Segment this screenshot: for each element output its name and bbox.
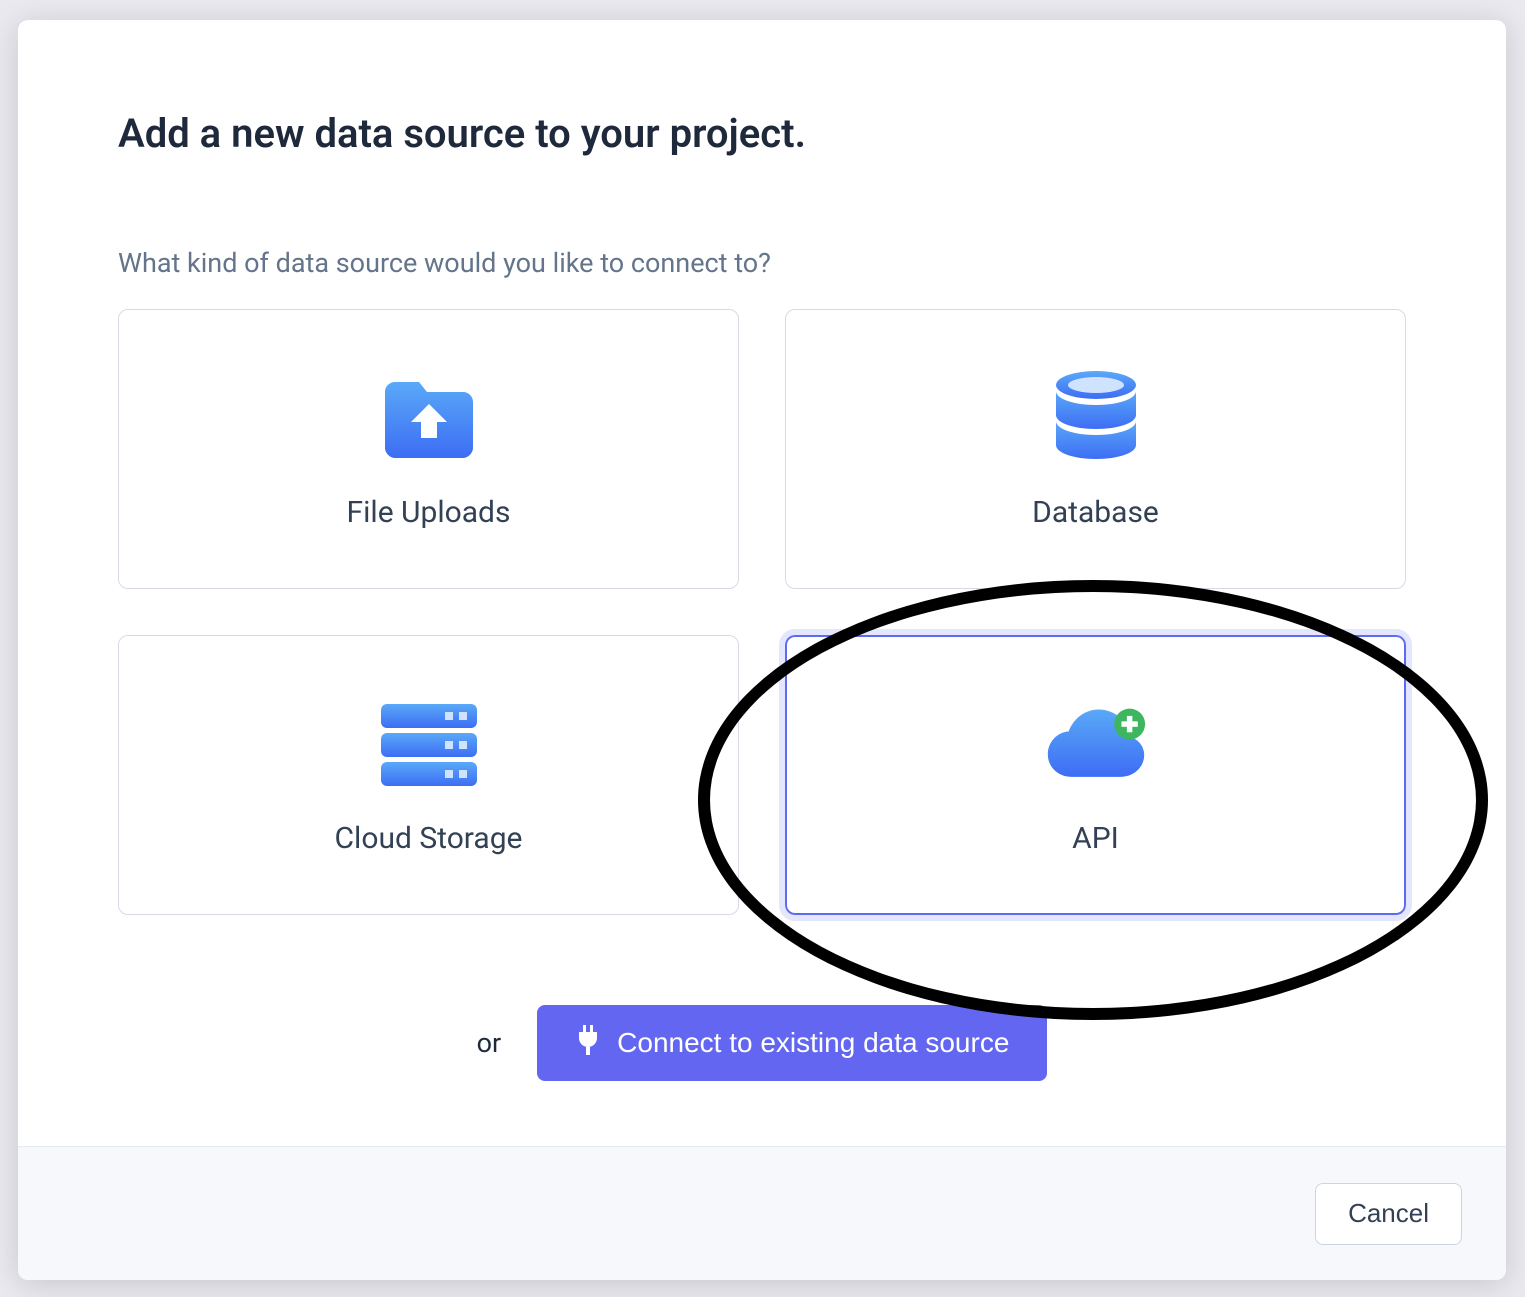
alternate-action-row: or Connect to existing data source: [118, 1005, 1406, 1081]
server-stack-icon: [379, 695, 479, 795]
dialog-footer: Cancel: [18, 1146, 1506, 1280]
upload-folder-icon: [379, 369, 479, 469]
source-type-grid: File Uploads Database: [118, 309, 1406, 915]
cloud-plus-icon: [1046, 695, 1146, 795]
cloud-storage-label: Cloud Storage: [335, 821, 523, 856]
api-label: API: [1072, 821, 1119, 856]
api-card[interactable]: API: [785, 635, 1406, 915]
or-label: or: [477, 1027, 502, 1059]
database-card[interactable]: Database: [785, 309, 1406, 589]
dialog-body: Add a new data source to your project. W…: [18, 20, 1506, 1121]
cloud-storage-card[interactable]: Cloud Storage: [118, 635, 739, 915]
database-label: Database: [1032, 495, 1159, 530]
connect-existing-button[interactable]: Connect to existing data source: [537, 1005, 1047, 1081]
file-uploads-label: File Uploads: [347, 495, 511, 530]
cancel-button[interactable]: Cancel: [1315, 1183, 1462, 1245]
database-icon: [1046, 369, 1146, 469]
dialog-subtitle: What kind of data source would you like …: [118, 247, 1406, 279]
file-uploads-card[interactable]: File Uploads: [118, 309, 739, 589]
plug-icon: [575, 1025, 601, 1062]
connect-existing-label: Connect to existing data source: [617, 1027, 1009, 1059]
dialog-title: Add a new data source to your project.: [118, 110, 1406, 157]
add-data-source-dialog: Add a new data source to your project. W…: [18, 20, 1506, 1280]
